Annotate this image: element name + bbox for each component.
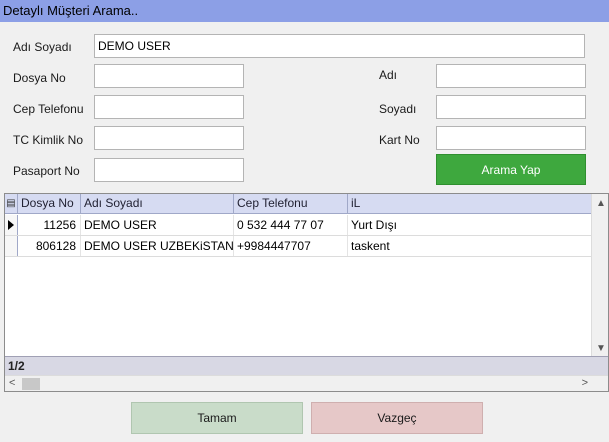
column-header-cep-telefonu[interactable]: Cep Telefonu [234, 194, 348, 214]
cell-dosya-no[interactable]: 806128 [18, 236, 81, 256]
soyadi-label: Soyadı [379, 102, 417, 116]
vertical-scrollbar[interactable]: ▲ ▼ [591, 194, 608, 356]
adi-label: Adı [379, 68, 398, 82]
column-header-il[interactable]: iL [348, 194, 593, 214]
pasaport-no-label: Pasaport No [13, 164, 80, 178]
pasaport-no-input[interactable] [94, 158, 244, 182]
kart-no-label: Kart No [379, 133, 420, 147]
column-header-dosya-no[interactable]: Dosya No [18, 194, 81, 214]
cell-il[interactable]: Yurt Dışı [348, 215, 593, 235]
adi-soyadi-label: Adı Soyadı [13, 40, 72, 54]
window-title: Detaylı Müşteri Arama.. [3, 3, 139, 18]
cep-telefonu-input[interactable] [94, 95, 244, 119]
current-row-arrow-icon [8, 220, 14, 230]
ok-button[interactable]: Tamam [131, 402, 303, 434]
soyadi-input[interactable] [436, 95, 586, 119]
adi-input[interactable] [436, 64, 586, 88]
column-header-adi-soyadi[interactable]: Adı Soyadı [81, 194, 234, 214]
cell-il[interactable]: taskent [348, 236, 593, 256]
cell-adi-soyadi[interactable]: DEMO USER UZBEKiSTAN [81, 236, 234, 256]
cell-adi-soyadi[interactable]: DEMO USER [81, 215, 234, 235]
grid-footer: 1/2 [5, 356, 608, 375]
adi-soyadi-input[interactable]: DEMO USER [94, 34, 585, 58]
results-grid[interactable]: ▤ Dosya No Adı Soyadı Cep Telefonu iL 11… [4, 193, 609, 392]
record-counter: 1/2 [8, 359, 25, 373]
title-bar: Detaylı Müşteri Arama.. [0, 0, 609, 22]
row-selector[interactable] [5, 215, 18, 235]
dosya-no-input[interactable] [94, 64, 244, 88]
cancel-button[interactable]: Vazgeç [311, 402, 483, 434]
search-button[interactable]: Arama Yap [436, 154, 586, 185]
table-row[interactable]: 806128 DEMO USER UZBEKiSTAN +9984447707 … [5, 236, 593, 257]
tc-kimlik-no-input[interactable] [94, 126, 244, 150]
scroll-up-icon[interactable]: ▲ [596, 198, 606, 209]
horizontal-scrollbar[interactable]: < > [5, 375, 608, 391]
scroll-thumb[interactable] [22, 378, 40, 390]
cell-dosya-no[interactable]: 11256 [18, 215, 81, 235]
grid-header: ▤ Dosya No Adı Soyadı Cep Telefonu iL [5, 194, 593, 214]
dosya-no-label: Dosya No [13, 71, 66, 85]
scroll-right-icon[interactable]: > [582, 377, 588, 389]
cell-cep-telefonu[interactable]: 0 532 444 77 07 [234, 215, 348, 235]
grid-corner-icon[interactable]: ▤ [5, 194, 18, 214]
scroll-down-icon[interactable]: ▼ [596, 343, 606, 354]
scroll-left-icon[interactable]: < [9, 377, 15, 389]
row-selector[interactable] [5, 236, 18, 256]
tc-kimlik-no-label: TC Kimlik No [13, 133, 84, 147]
cell-cep-telefonu[interactable]: +9984447707 [234, 236, 348, 256]
kart-no-input[interactable] [436, 126, 586, 150]
cep-telefonu-label: Cep Telefonu [13, 102, 84, 116]
table-row[interactable]: 11256 DEMO USER 0 532 444 77 07 Yurt Dış… [5, 215, 593, 236]
